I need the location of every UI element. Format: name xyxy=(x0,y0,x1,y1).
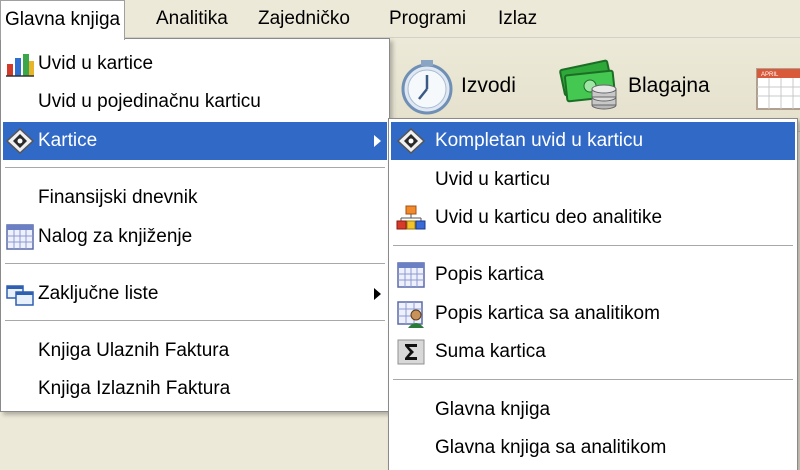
submenu-arrow-icon xyxy=(374,135,381,147)
org-chart-icon xyxy=(396,205,426,230)
menu-zajednicko[interactable]: Zajedničko xyxy=(254,0,354,38)
diamond-card-icon xyxy=(5,127,35,155)
menu-item-label: Glavna knjiga sa analitikom xyxy=(435,437,667,458)
glavna-knjiga-menu: Uvid u kartice Uvid u pojedinačnu kartic… xyxy=(0,38,390,412)
menu-item-label: Kompletan uvid u karticu xyxy=(435,130,644,151)
menu-item-label: Glavna knjiga xyxy=(435,399,551,420)
menu-item-knjiga-ulaznih-faktura[interactable]: Knjiga Ulaznih Faktura xyxy=(3,332,387,370)
menu-item-label: Uvid u karticu xyxy=(435,169,551,190)
menu-item-label: Kartice xyxy=(38,130,98,151)
money-coins-icon xyxy=(559,59,617,110)
menu-item-label: Suma kartica xyxy=(435,341,546,362)
menu-item-uvid-u-kartice[interactable]: Uvid u kartice xyxy=(3,45,387,83)
menu-analitika[interactable]: Analitika xyxy=(152,0,232,38)
menu-item-label: Uvid u kartice xyxy=(38,53,154,74)
windows-stack-icon xyxy=(6,285,34,306)
menu-item-label: Popis kartica xyxy=(435,264,544,285)
menu-item-finansijski-dnevnik[interactable]: Finansijski dnevnik xyxy=(3,179,387,217)
menu-separator xyxy=(5,320,385,322)
submenu-item-popis-sa-analitikom[interactable]: Popis kartica sa analitikom xyxy=(391,295,795,333)
menu-item-label: Nalog za knjiženje xyxy=(38,226,193,247)
submenu-item-glavna-knjiga[interactable]: Glavna knjiga xyxy=(391,391,795,429)
izvodi-label: Izvodi xyxy=(461,74,516,97)
kartice-submenu: Kompletan uvid u karticu Uvid u karticu … xyxy=(388,118,798,470)
submenu-item-uvid-u-karticu[interactable]: Uvid u karticu xyxy=(391,161,795,199)
menu-item-knjiga-izlaznih-faktura[interactable]: Knjiga Izlaznih Faktura xyxy=(3,370,387,408)
menu-programi[interactable]: Programi xyxy=(385,0,470,38)
menu-item-zakljucne-liste[interactable]: Zaključne liste xyxy=(3,275,387,313)
diamond-card-icon xyxy=(396,127,426,155)
menu-item-kartice[interactable]: Kartice xyxy=(3,122,387,160)
sigma-icon xyxy=(397,339,425,365)
menu-item-label: Popis kartica sa analitikom xyxy=(435,303,660,324)
menu-item-label: Zaključne liste xyxy=(38,283,159,304)
menu-separator xyxy=(393,379,793,381)
menu-item-label: Finansijski dnevnik xyxy=(38,187,198,208)
menu-item-label: Uvid u karticu deo analitike xyxy=(435,207,663,228)
menu-item-label: Uvid u pojedinačnu karticu xyxy=(38,91,261,112)
menu-izlaz[interactable]: Izlaz xyxy=(494,0,541,38)
calendar-icon: APRIL xyxy=(756,68,800,110)
submenu-arrow-icon xyxy=(374,288,381,300)
menu-bar: Glavna knjiga Analitika Zajedničko Progr… xyxy=(0,0,800,40)
menu-item-label: Knjiga Ulaznih Faktura xyxy=(38,340,230,361)
calendar-grid-icon xyxy=(6,224,34,250)
menu-separator xyxy=(5,263,385,265)
blagajna-label: Blagajna xyxy=(628,74,710,97)
submenu-item-popis-kartica[interactable]: Popis kartica xyxy=(391,256,795,294)
menu-glavna-knjiga[interactable]: Glavna knjiga xyxy=(0,0,126,40)
calendar-caption: APRIL xyxy=(761,72,779,78)
clock-icon xyxy=(401,60,453,115)
person-grid-icon xyxy=(397,301,424,328)
submenu-item-uvid-deo-analitike[interactable]: Uvid u karticu deo analitike xyxy=(391,199,795,237)
submenu-item-suma-kartica[interactable]: Suma kartica xyxy=(391,333,795,371)
menu-item-label: Knjiga Izlaznih Faktura xyxy=(38,378,231,399)
bar-chart-icon xyxy=(6,54,34,77)
submenu-item-kompletan-uvid[interactable]: Kompletan uvid u karticu xyxy=(391,122,795,160)
menu-item-uvid-u-pojedinacnu-karticu[interactable]: Uvid u pojedinačnu karticu xyxy=(3,83,387,121)
submenu-item-glavna-knjiga-sa-analitikom[interactable]: Glavna knjiga sa analitikom xyxy=(391,429,795,467)
menu-item-nalog-za-knjizenje[interactable]: Nalog za knjiženje xyxy=(3,218,387,256)
menu-separator xyxy=(5,167,385,169)
calendar-grid-icon xyxy=(397,262,425,288)
menu-separator xyxy=(393,245,793,247)
